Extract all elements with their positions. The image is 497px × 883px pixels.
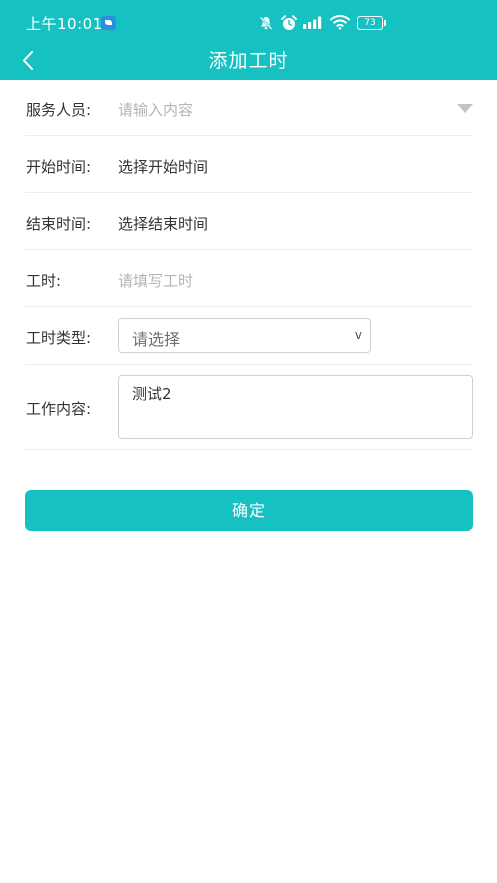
nav-bar: 添加工时 [0,37,497,80]
bell-muted-icon [259,16,273,30]
status-time: 上午10:01 [26,15,103,33]
page-title: 添加工时 [208,50,289,72]
start-time-picker[interactable]: 选择开始时间 [118,156,208,177]
end-time-row: 结束时间: 选择结束时间 [0,193,497,250]
divider [25,449,473,450]
wifi-icon [330,14,350,30]
hours-input[interactable]: 请填写工时 [118,270,458,291]
chevron-down-icon: v [354,328,362,342]
end-time-label: 结束时间: [26,215,92,233]
battery-icon: 73 [357,16,386,30]
confirm-button[interactable]: 确定 [25,490,473,531]
work-content-row: 工作内容: 测试2 [0,365,497,450]
work-content-textarea[interactable]: 测试2 [118,375,473,439]
app-header: 上午10:01 73 添加工时 [0,0,497,80]
signal-icon [303,16,322,29]
staff-input[interactable]: 请输入内容 [118,99,438,120]
start-time-label: 开始时间: [26,158,92,176]
end-time-picker[interactable]: 选择结束时间 [118,213,208,234]
app-notification-icon [101,16,116,30]
hour-type-select[interactable]: 请选择 v [118,318,371,353]
hour-type-label: 工时类型: [26,329,92,347]
triangle-down-icon[interactable] [457,104,473,113]
start-time-row: 开始时间: 选择开始时间 [0,136,497,193]
hours-row: 工时: 请填写工时 [0,250,497,307]
work-content-value: 测试2 [132,385,172,403]
staff-row: 服务人员: 请输入内容 [0,80,497,136]
staff-label: 服务人员: [26,101,92,119]
alarm-icon [281,15,297,30]
hour-type-row: 工时类型: 请选择 v [0,307,497,365]
hour-type-selected-value: 请选择 [132,330,181,349]
work-content-label: 工作内容: [26,400,92,418]
hours-label: 工时: [26,272,62,290]
